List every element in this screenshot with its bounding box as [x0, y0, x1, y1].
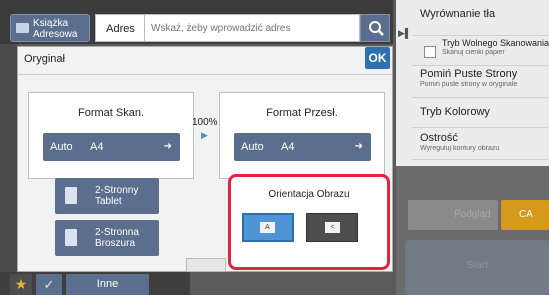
setting-title: Tryb Wolnego Skanowania — [442, 38, 549, 48]
checkmark-icon[interactable]: ✓ — [36, 274, 62, 295]
scan-format-heading: Format Skan. — [77, 107, 145, 119]
duplex-booklet-label: 2-Stronna Broszura — [95, 227, 139, 249]
scan-format-button[interactable]: Auto A4 ➜ — [43, 133, 180, 161]
ca-label: CA — [519, 209, 533, 220]
preview-label: Podgląd — [454, 209, 491, 220]
send-format-box: Format Przesł. Auto A4 ➜ — [219, 92, 385, 179]
setting-slow-scan-mode[interactable]: Tryb Wolnego Skanowania Skanuj cienki pa… — [412, 38, 549, 66]
setting-title: Tryb Kolorowy — [420, 106, 490, 118]
ok-button[interactable]: OK — [365, 47, 390, 69]
setting-subtitle: Skanuj cienki papier — [442, 49, 505, 56]
setting-title: Ostrość — [420, 132, 458, 144]
landscape-orientation-icon: < — [325, 222, 340, 233]
booklet-icon — [65, 229, 77, 246]
send-format-size: A4 — [281, 141, 295, 153]
duplex-tablet-button[interactable]: 2-Stronny Tablet — [55, 178, 159, 214]
orientation-heading: Orientacja Obrazu — [268, 189, 350, 200]
other-button[interactable]: Inne — [66, 274, 149, 295]
setting-background-alignment[interactable]: Wyrównanie tła — [412, 8, 549, 36]
address-input[interactable] — [144, 14, 360, 42]
orientation-landscape-button[interactable]: < — [306, 213, 358, 242]
setting-color-mode[interactable]: Tryb Kolorowy — [412, 102, 549, 128]
dialog-scroll-handle[interactable] — [186, 258, 226, 272]
setting-skip-blank-pages[interactable]: Pomiń Puste Strony Pomiń puste strony w … — [412, 68, 549, 98]
preview-button[interactable]: Podgląd — [408, 200, 498, 230]
arrow-right-icon: ➜ — [163, 141, 172, 152]
setting-subtitle: Wyreguluj kontury obrazu — [420, 145, 500, 152]
address-book-label: Książka Adresowa — [33, 18, 78, 40]
send-format-button[interactable]: Auto A4 ➜ — [234, 133, 371, 161]
arrow-right-icon: ▶ — [201, 130, 208, 140]
ca-button[interactable]: CA — [501, 200, 549, 230]
setting-title: Pomiń Puste Strony — [420, 68, 518, 80]
star-icon[interactable]: ★ — [10, 274, 32, 295]
address-label: Adres — [95, 14, 145, 42]
search-icon — [369, 21, 384, 36]
dialog-title: Oryginał — [24, 53, 65, 65]
divider — [18, 74, 392, 75]
setting-title: Wyrównanie tła — [420, 8, 496, 20]
send-format-mode: Auto — [241, 141, 264, 153]
duplex-tablet-label: 2-Stronny Tablet — [95, 185, 139, 207]
left-strip — [0, 44, 17, 294]
portrait-orientation-icon: A — [260, 222, 275, 233]
start-label: Start — [467, 260, 489, 271]
start-button[interactable]: Start — [405, 240, 549, 295]
send-format-heading: Format Przesł. — [266, 107, 338, 119]
scan-format-box: Format Skan. Auto A4 ➜ — [28, 92, 194, 179]
address-book-button[interactable]: Książka Adresowa — [10, 14, 90, 42]
scan-format-size: A4 — [90, 141, 104, 153]
duplex-booklet-button[interactable]: 2-Stronna Broszura — [55, 220, 159, 256]
orientation-portrait-button[interactable]: A — [242, 213, 294, 242]
zoom-ratio: 100% — [192, 117, 218, 128]
book-icon — [16, 23, 29, 33]
arrow-right-icon: ➜ — [354, 141, 363, 152]
search-button[interactable] — [360, 14, 390, 42]
tablet-icon — [65, 187, 77, 204]
setting-sharpness[interactable]: Ostrość Wyreguluj kontury obrazu — [412, 130, 549, 160]
scan-format-mode: Auto — [50, 141, 73, 153]
panel-collapse-icon[interactable]: ▶▌ — [398, 28, 411, 39]
setting-subtitle: Pomiń puste strony w oryginale — [420, 81, 518, 88]
